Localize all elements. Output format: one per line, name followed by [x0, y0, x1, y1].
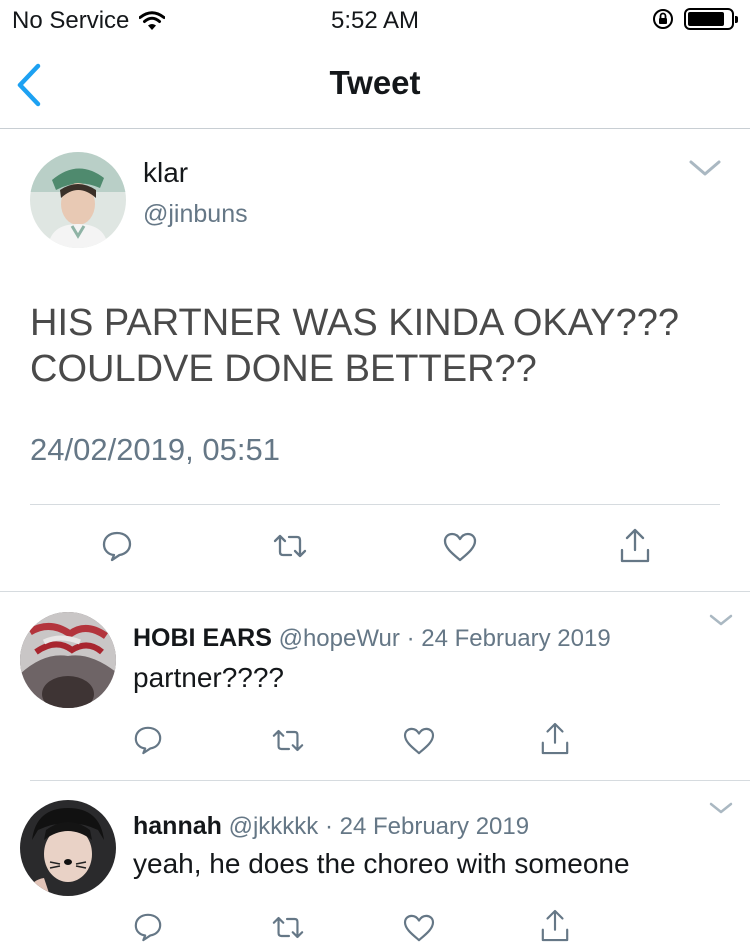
tweet-text-line: COULDVE DONE BETTER??: [30, 348, 537, 390]
author-handle[interactable]: @jinbuns: [143, 200, 248, 229]
like-heart-icon[interactable]: [443, 532, 477, 562]
orientation-lock-icon: [653, 9, 673, 29]
reply-text: partner????: [133, 662, 285, 693]
page-title: Tweet: [329, 64, 421, 101]
separator-dot: ·: [324, 813, 333, 840]
like-heart-icon[interactable]: [403, 727, 435, 755]
reply-header: hannah @jkkkkk · 24 February 2019: [133, 812, 529, 841]
retweet-icon[interactable]: [271, 914, 305, 941]
tweet-timestamp: 24/02/2019, 05:51: [30, 432, 280, 467]
reply-author-name[interactable]: HOBI EARS: [133, 624, 272, 652]
reply-text: yeah, he does the choreo with someone: [133, 848, 630, 879]
avatar[interactable]: [20, 612, 116, 708]
retweet-icon[interactable]: [271, 727, 305, 754]
divider: [0, 591, 750, 592]
reply-icon[interactable]: [133, 725, 163, 755]
avatar-image: [20, 800, 116, 896]
reply-date: 24 February 2019: [421, 625, 611, 652]
chevron-down-icon[interactable]: [708, 800, 734, 816]
reply-author-handle[interactable]: @jkkkkk: [229, 813, 319, 840]
avatar[interactable]: [30, 152, 126, 248]
avatar-image: [20, 612, 116, 708]
reply-icon[interactable]: [133, 912, 163, 942]
separator-dot: ·: [406, 625, 415, 652]
chevron-down-icon[interactable]: [688, 158, 722, 178]
chevron-down-icon[interactable]: [708, 612, 734, 628]
tweet-text-line: HIS PARTNER WAS KINDA OKAY???: [30, 302, 680, 344]
reply-date: 24 February 2019: [339, 813, 530, 840]
share-icon[interactable]: [540, 909, 570, 943]
share-icon[interactable]: [540, 722, 570, 756]
status-right: [652, 8, 738, 30]
status-bar: No Service 5:52 AM: [0, 0, 750, 40]
reply-author-name[interactable]: hannah: [133, 812, 222, 840]
reply-author-handle[interactable]: @hopeWur: [279, 625, 400, 652]
status-time: 5:52 AM: [330, 7, 420, 34]
like-heart-icon[interactable]: [403, 914, 435, 942]
tweet-text: HIS PARTNER WAS KINDA OKAY??? COULDVE DO…: [30, 300, 730, 392]
reply-header: HOBI EARS @hopeWur · 24 February 2019: [133, 624, 611, 653]
avatar-image: [30, 152, 126, 248]
battery-icon: [684, 8, 738, 30]
author-name[interactable]: klar: [143, 157, 188, 189]
divider: [30, 780, 750, 781]
avatar[interactable]: [20, 800, 116, 896]
retweet-icon[interactable]: [272, 532, 308, 560]
divider: [30, 504, 720, 505]
nav-bar: Tweet: [0, 40, 750, 129]
share-icon[interactable]: [619, 528, 651, 564]
reply-icon[interactable]: [101, 530, 133, 562]
